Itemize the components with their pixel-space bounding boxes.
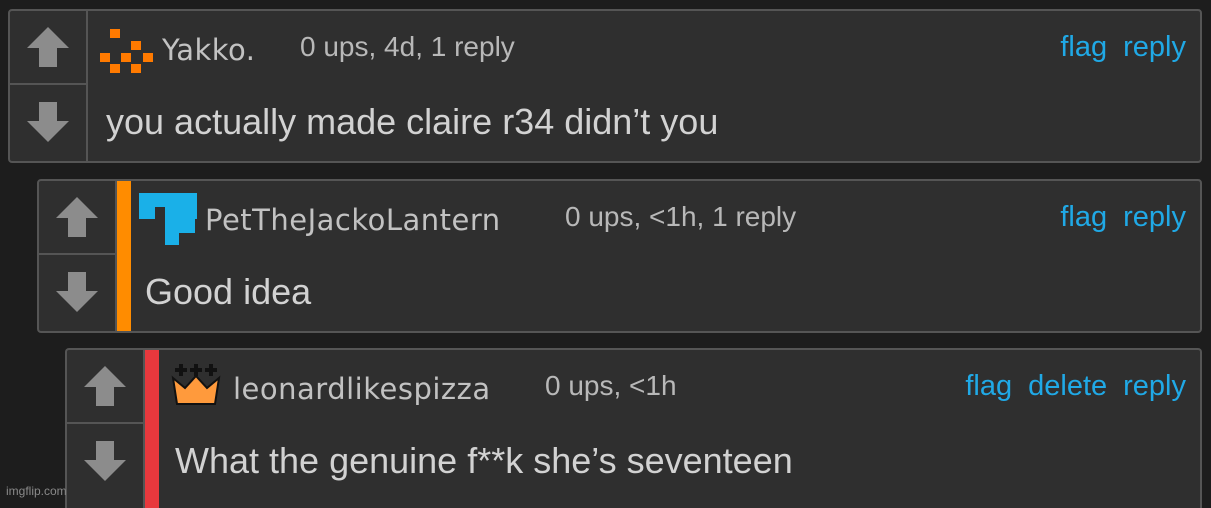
flag-link[interactable]: flag <box>1060 31 1107 64</box>
downvote-button[interactable] <box>39 255 115 329</box>
reply-link[interactable]: reply <box>1123 201 1186 234</box>
comment-text: What the genuine f**k she’s seventeen <box>175 440 793 481</box>
flag-link[interactable]: flag <box>965 370 1012 403</box>
comment-header: leonardlikespizza 0 ups, <1h flag delete… <box>67 364 1200 412</box>
comment-header: PetTheJackoLantern 0 ups, <1h, 1 reply f… <box>39 193 1200 245</box>
delete-link[interactable]: delete <box>1028 370 1107 403</box>
comment-text: Good idea <box>145 271 312 312</box>
avatar <box>100 29 153 73</box>
comment-actions: flag reply <box>1060 31 1186 64</box>
comment-1: Yakko. 0 ups, 4d, 1 reply flag reply you… <box>8 9 1202 163</box>
comment-2: PetTheJackoLantern 0 ups, <1h, 1 reply f… <box>37 179 1202 333</box>
username[interactable]: PetTheJackoLantern <box>205 203 501 237</box>
comment-text: you actually made claire r34 didn’t you <box>106 101 719 142</box>
comment-meta: 0 ups, <1h <box>545 370 677 401</box>
arrow-down-icon <box>56 272 98 312</box>
comment-actions: flag delete reply <box>965 370 1186 403</box>
flag-link[interactable]: flag <box>1060 201 1107 234</box>
arrow-down-icon <box>27 102 69 142</box>
reply-link[interactable]: reply <box>1123 370 1186 403</box>
watermark: imgflip.com <box>6 484 67 498</box>
comment-meta: 0 ups, <1h, 1 reply <box>565 201 797 232</box>
username[interactable]: leonardlikespizza <box>233 372 491 406</box>
comment-3: leonardlikespizza 0 ups, <1h flag delete… <box>65 348 1202 508</box>
avatar <box>139 193 197 245</box>
downvote-button[interactable] <box>67 424 143 498</box>
comment-meta: 0 ups, 4d, 1 reply <box>300 31 515 62</box>
crown-icon <box>171 364 221 405</box>
reply-link[interactable]: reply <box>1123 31 1186 64</box>
arrow-down-icon <box>84 441 126 481</box>
comment-actions: flag reply <box>1060 201 1186 234</box>
username[interactable]: Yakko. <box>162 33 256 67</box>
comment-header: Yakko. 0 ups, 4d, 1 reply flag reply <box>10 25 1200 73</box>
downvote-button[interactable] <box>10 85 86 159</box>
